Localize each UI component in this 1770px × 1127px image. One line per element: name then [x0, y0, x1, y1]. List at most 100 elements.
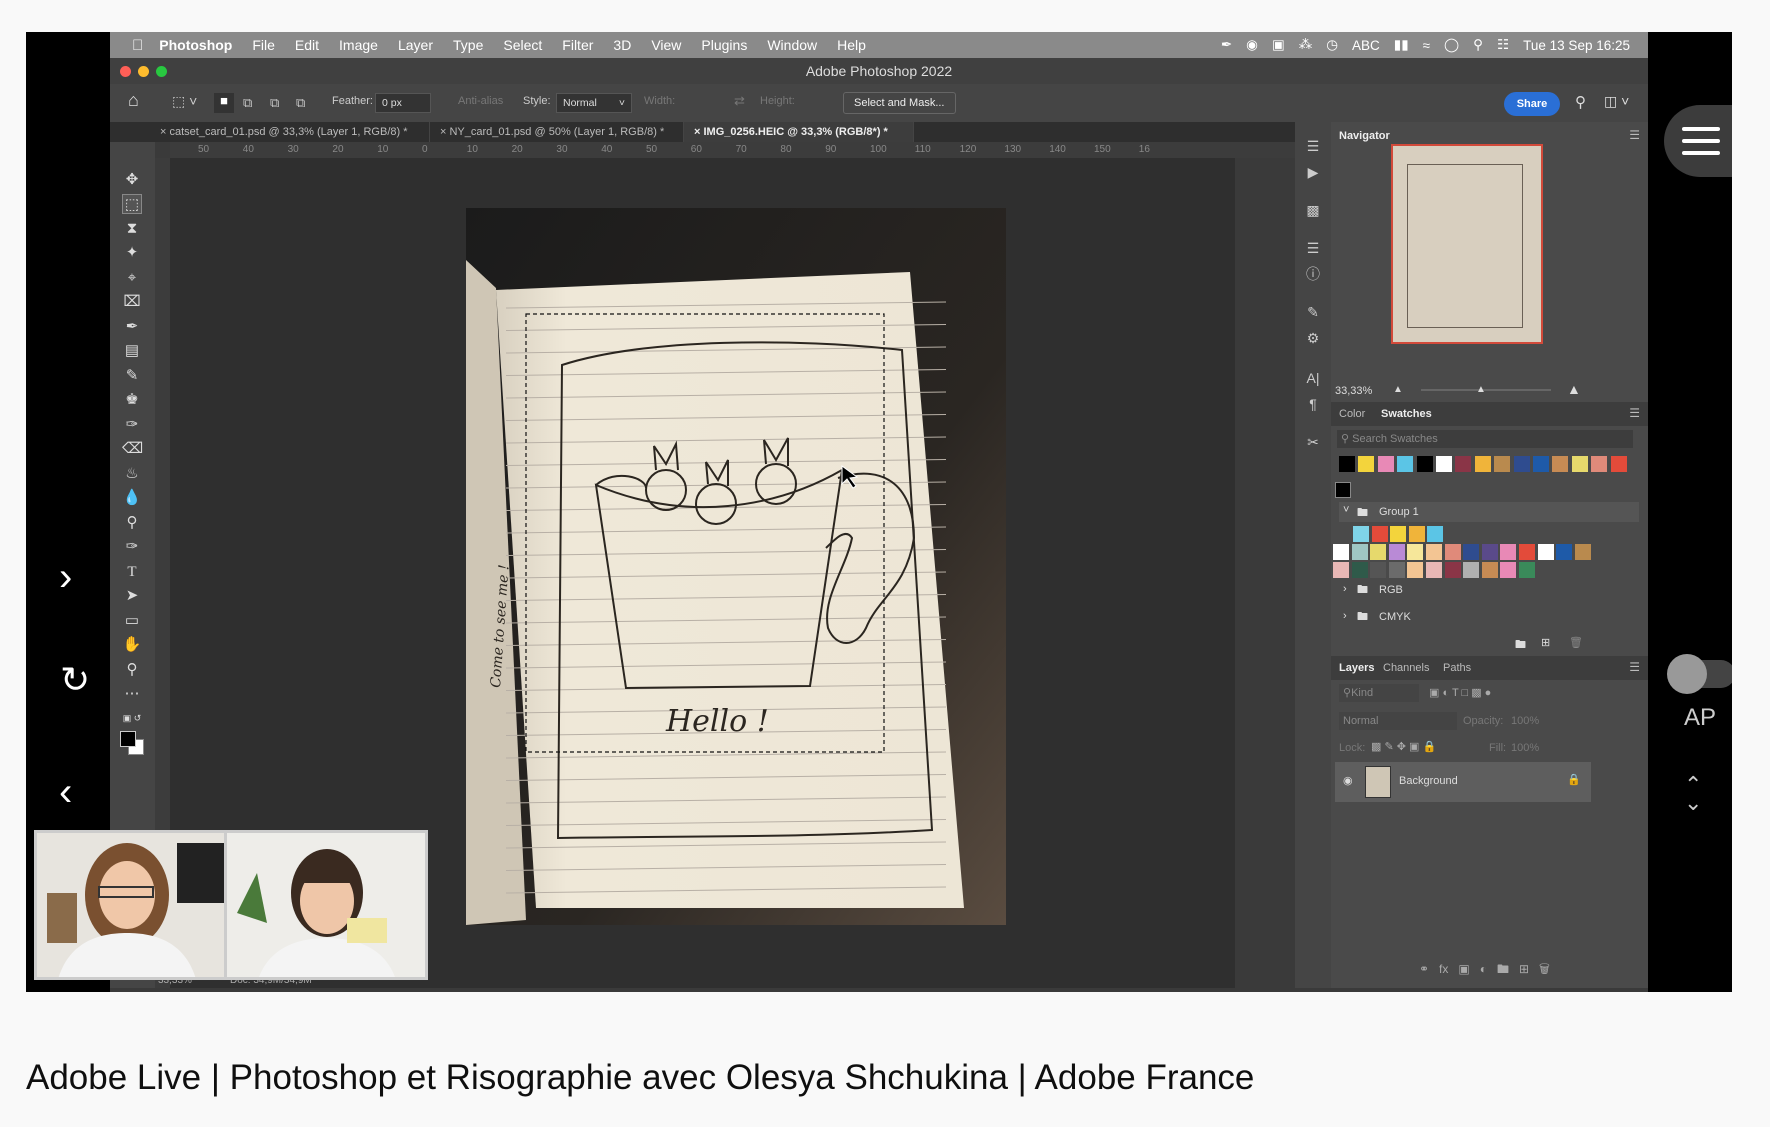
intersect-selection-icon[interactable]: ⧉: [296, 95, 305, 111]
battery-icon[interactable]: ▮▮: [1394, 37, 1409, 53]
color-swatch[interactable]: [1397, 456, 1414, 472]
swap-icon[interactable]: ⇄: [734, 93, 745, 109]
clock-icon[interactable]: ◷: [1326, 37, 1338, 53]
delete-swatch-icon[interactable]: 🗑: [1569, 636, 1583, 649]
color-swatch[interactable]: [1388, 544, 1405, 560]
tab-color[interactable]: Color: [1339, 408, 1365, 420]
panel-menu-icon[interactable]: ☰: [1629, 660, 1640, 674]
eraser-tool-icon[interactable]: ⌫: [122, 439, 143, 459]
color-swatch[interactable]: [1519, 562, 1535, 578]
menu-edit[interactable]: Edit: [295, 37, 319, 53]
color-swatch[interactable]: [1444, 544, 1461, 560]
color-swatch[interactable]: [1407, 562, 1424, 578]
marquee-preset-icon[interactable]: ⬚ ˅: [172, 93, 197, 110]
character-icon[interactable]: A|: [1303, 368, 1323, 388]
actions-play-icon[interactable]: ▶: [1303, 162, 1323, 182]
app-badge-icon[interactable]: ◉: [1246, 37, 1258, 53]
color-swatch[interactable]: [1444, 562, 1461, 578]
tab-layers[interactable]: Layers: [1339, 662, 1374, 674]
blur-tool-icon[interactable]: 💧: [122, 488, 142, 508]
menu-help[interactable]: Help: [837, 37, 866, 53]
menu-app[interactable]: Photoshop: [159, 37, 232, 53]
color-swatch[interactable]: [1481, 562, 1498, 578]
color-swatch[interactable]: [1370, 562, 1387, 578]
type-tool-icon[interactable]: T: [122, 562, 142, 582]
tab-ny-card[interactable]: × NY_card_01.psd @ 50% (Layer 1, RGB/8) …: [430, 122, 684, 142]
history-brush-tool-icon[interactable]: ✑: [122, 415, 142, 435]
color-swatch[interactable]: [1408, 526, 1425, 542]
style-select[interactable]: Normal ˅: [556, 93, 632, 113]
foreground-color-swatch[interactable]: [120, 731, 136, 747]
zoom-slider-thumb[interactable]: ▲: [1476, 384, 1486, 395]
color-swatch[interactable]: [1351, 544, 1368, 560]
blend-mode-select[interactable]: Normal: [1339, 712, 1457, 730]
menubar-datetime[interactable]: Tue 13 Sep 16:25: [1523, 38, 1630, 53]
opacity-value[interactable]: 100%: [1511, 715, 1539, 727]
wifi-icon[interactable]: ≈: [1423, 38, 1430, 53]
history-icon[interactable]: ☰: [1303, 136, 1323, 156]
color-swatch[interactable]: [1358, 456, 1375, 472]
color-swatch[interactable]: [1436, 456, 1452, 472]
toggle-switch[interactable]: [1667, 654, 1732, 694]
color-swatch[interactable]: [1407, 544, 1424, 560]
color-swatch[interactable]: [1426, 544, 1442, 560]
document-image[interactable]: Hello ! Come to see me !: [466, 208, 1006, 925]
feather-input[interactable]: 0 px: [375, 93, 431, 113]
layer-kind-filter[interactable]: ⚲Kind: [1339, 684, 1419, 702]
refresh-icon[interactable]: ↻: [60, 659, 90, 701]
menu-filter[interactable]: Filter: [562, 37, 593, 53]
color-swatch[interactable]: [1333, 562, 1349, 578]
path-selection-tool-icon[interactable]: ➤: [122, 586, 142, 606]
user-icon[interactable]: ◯: [1444, 37, 1459, 53]
spotlight-icon[interactable]: ⚲: [1473, 37, 1483, 53]
healing-brush-tool-icon[interactable]: ▤: [122, 341, 142, 361]
color-swatch[interactable]: [1351, 562, 1368, 578]
minimize-window-icon[interactable]: [138, 66, 149, 77]
panel-menu-icon[interactable]: ☰: [1629, 406, 1640, 420]
tab-channels[interactable]: Channels: [1383, 662, 1429, 674]
layer-filter-icons[interactable]: ▣ ◐ T □ ▩ ●: [1429, 686, 1491, 699]
color-swatch[interactable]: [1591, 456, 1608, 472]
color-swatch[interactable]: [1353, 526, 1369, 542]
color-swatch[interactable]: [1519, 544, 1535, 560]
cmyk-folder-row[interactable]: › 🖿 CMYK: [1339, 605, 1639, 629]
lasso-tool-icon[interactable]: ⧗: [122, 219, 142, 239]
zoom-window-icon[interactable]: [156, 66, 167, 77]
color-swatch[interactable]: [1513, 456, 1530, 472]
panel-menu-icon[interactable]: ☰: [1629, 128, 1640, 142]
color-swatch[interactable]: [1377, 456, 1394, 472]
color-swatch[interactable]: [1333, 544, 1349, 560]
navigator-preview[interactable]: [1391, 144, 1543, 344]
color-swatch[interactable]: [1416, 456, 1433, 472]
marquee-tool-icon[interactable]: ⬚: [122, 194, 142, 214]
properties-icon[interactable]: ⚙: [1303, 328, 1323, 348]
adjustments-icon[interactable]: ☰: [1303, 238, 1323, 258]
dodge-tool-icon[interactable]: ⚲: [122, 513, 142, 533]
tool-presets-icon[interactable]: ✂: [1303, 432, 1323, 452]
color-swatch[interactable]: [1574, 544, 1591, 560]
frame-tool-icon[interactable]: ⌧: [122, 292, 142, 312]
workspace-icon[interactable]: ◫ ˅: [1604, 93, 1629, 110]
color-swatch[interactable]: [1474, 456, 1491, 472]
hand-tool-icon[interactable]: ✋: [122, 635, 142, 655]
color-swatch[interactable]: [1463, 544, 1480, 560]
color-swatch[interactable]: [1571, 456, 1588, 472]
tab-swatches[interactable]: Swatches: [1381, 408, 1432, 420]
chevron-right-icon[interactable]: ›: [59, 555, 72, 600]
menu-view[interactable]: View: [651, 37, 681, 53]
menu-file[interactable]: File: [252, 37, 275, 53]
input-source[interactable]: ABC: [1352, 38, 1380, 53]
ghost-icon[interactable]: ▣: [1272, 37, 1285, 53]
subtract-selection-icon[interactable]: ⧉: [270, 95, 279, 111]
color-swatch[interactable]: [1388, 562, 1405, 578]
tab-paths[interactable]: Paths: [1443, 662, 1471, 674]
zoom-out-icon[interactable]: ▲: [1393, 384, 1403, 395]
zoom-in-icon[interactable]: ▲: [1567, 381, 1581, 397]
color-swatch[interactable]: [1556, 544, 1573, 560]
magic-wand-tool-icon[interactable]: ✦: [122, 243, 142, 263]
tab-img-0256[interactable]: × IMG_0256.HEIC @ 33,3% (RGB/8*) *: [684, 122, 914, 142]
share-button[interactable]: Share: [1504, 92, 1560, 116]
bluetooth-icon[interactable]: ⁂: [1299, 37, 1313, 53]
new-selection-icon[interactable]: ■: [214, 93, 234, 113]
crop-tool-icon[interactable]: ⌖: [122, 268, 142, 288]
